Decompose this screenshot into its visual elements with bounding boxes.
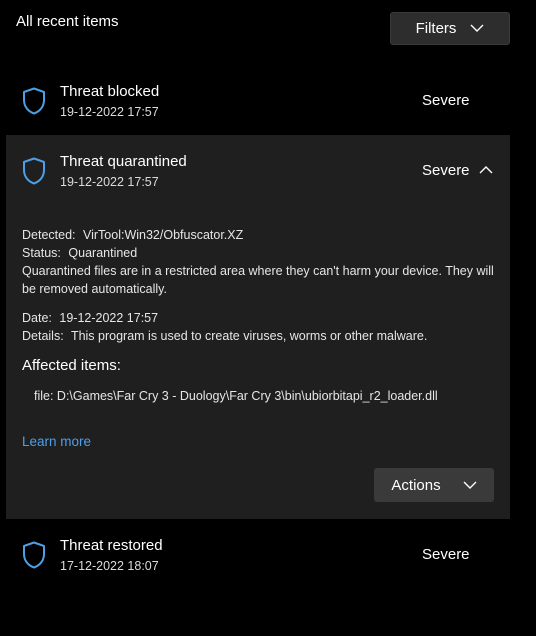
threat-title: Threat restored (60, 537, 163, 554)
threat-time: 19-12-2022 17:57 (60, 105, 159, 119)
detected-row: Detected: VirTool:Win32/Obfuscator.XZ (22, 227, 243, 244)
actions-label: Actions (391, 476, 441, 494)
severity-label: Severe (422, 92, 470, 109)
threat-item-restored[interactable]: Threat restored 17-12-2022 18:07 Severe (6, 522, 510, 588)
status-label: Status: (22, 246, 61, 260)
details-label: Details: (22, 329, 64, 343)
learn-more-link[interactable]: Learn more (22, 434, 91, 449)
affected-items-title: Affected items: (22, 357, 121, 374)
shield-icon (23, 157, 45, 185)
threat-item-quarantined: Threat quarantined 19-12-2022 17:57 Seve… (6, 135, 510, 519)
detected-value: VirTool:Win32/Obfuscator.XZ (83, 228, 244, 242)
filters-button[interactable]: Filters (390, 12, 510, 45)
threat-title: Threat quarantined (60, 153, 187, 170)
detected-label: Detected: (22, 228, 76, 242)
shield-icon (23, 541, 45, 569)
status-value: Quarantined (68, 246, 138, 260)
threat-time: 17-12-2022 18:07 (60, 559, 159, 573)
details-row: Details: This program is used to create … (22, 328, 427, 345)
chevron-down-icon (470, 24, 484, 32)
filters-label: Filters (415, 20, 457, 37)
threat-title: Threat blocked (60, 83, 160, 100)
actions-button[interactable]: Actions (374, 468, 494, 502)
date-value: 19-12-2022 17:57 (59, 311, 159, 325)
status-description: Quarantined files are in a restricted ar… (22, 264, 494, 296)
threat-item-blocked[interactable]: Threat blocked 19-12-2022 17:57 Severe (6, 68, 510, 134)
page-title: All recent items (16, 13, 119, 30)
date-label: Date: (22, 311, 52, 325)
severity-label: Severe (422, 162, 470, 179)
shield-icon (23, 87, 45, 115)
chevron-down-icon (463, 481, 477, 489)
details-value: This program is used to create viruses, … (70, 329, 428, 343)
threat-time: 19-12-2022 17:57 (60, 175, 159, 189)
severity-label: Severe (422, 546, 470, 563)
affected-file: file: D:\Games\Far Cry 3 - Duology\Far C… (34, 389, 438, 403)
chevron-up-icon[interactable] (479, 165, 493, 174)
status-row: Status: Quarantined (22, 245, 137, 262)
date-row: Date: 19-12-2022 17:57 (22, 310, 158, 327)
